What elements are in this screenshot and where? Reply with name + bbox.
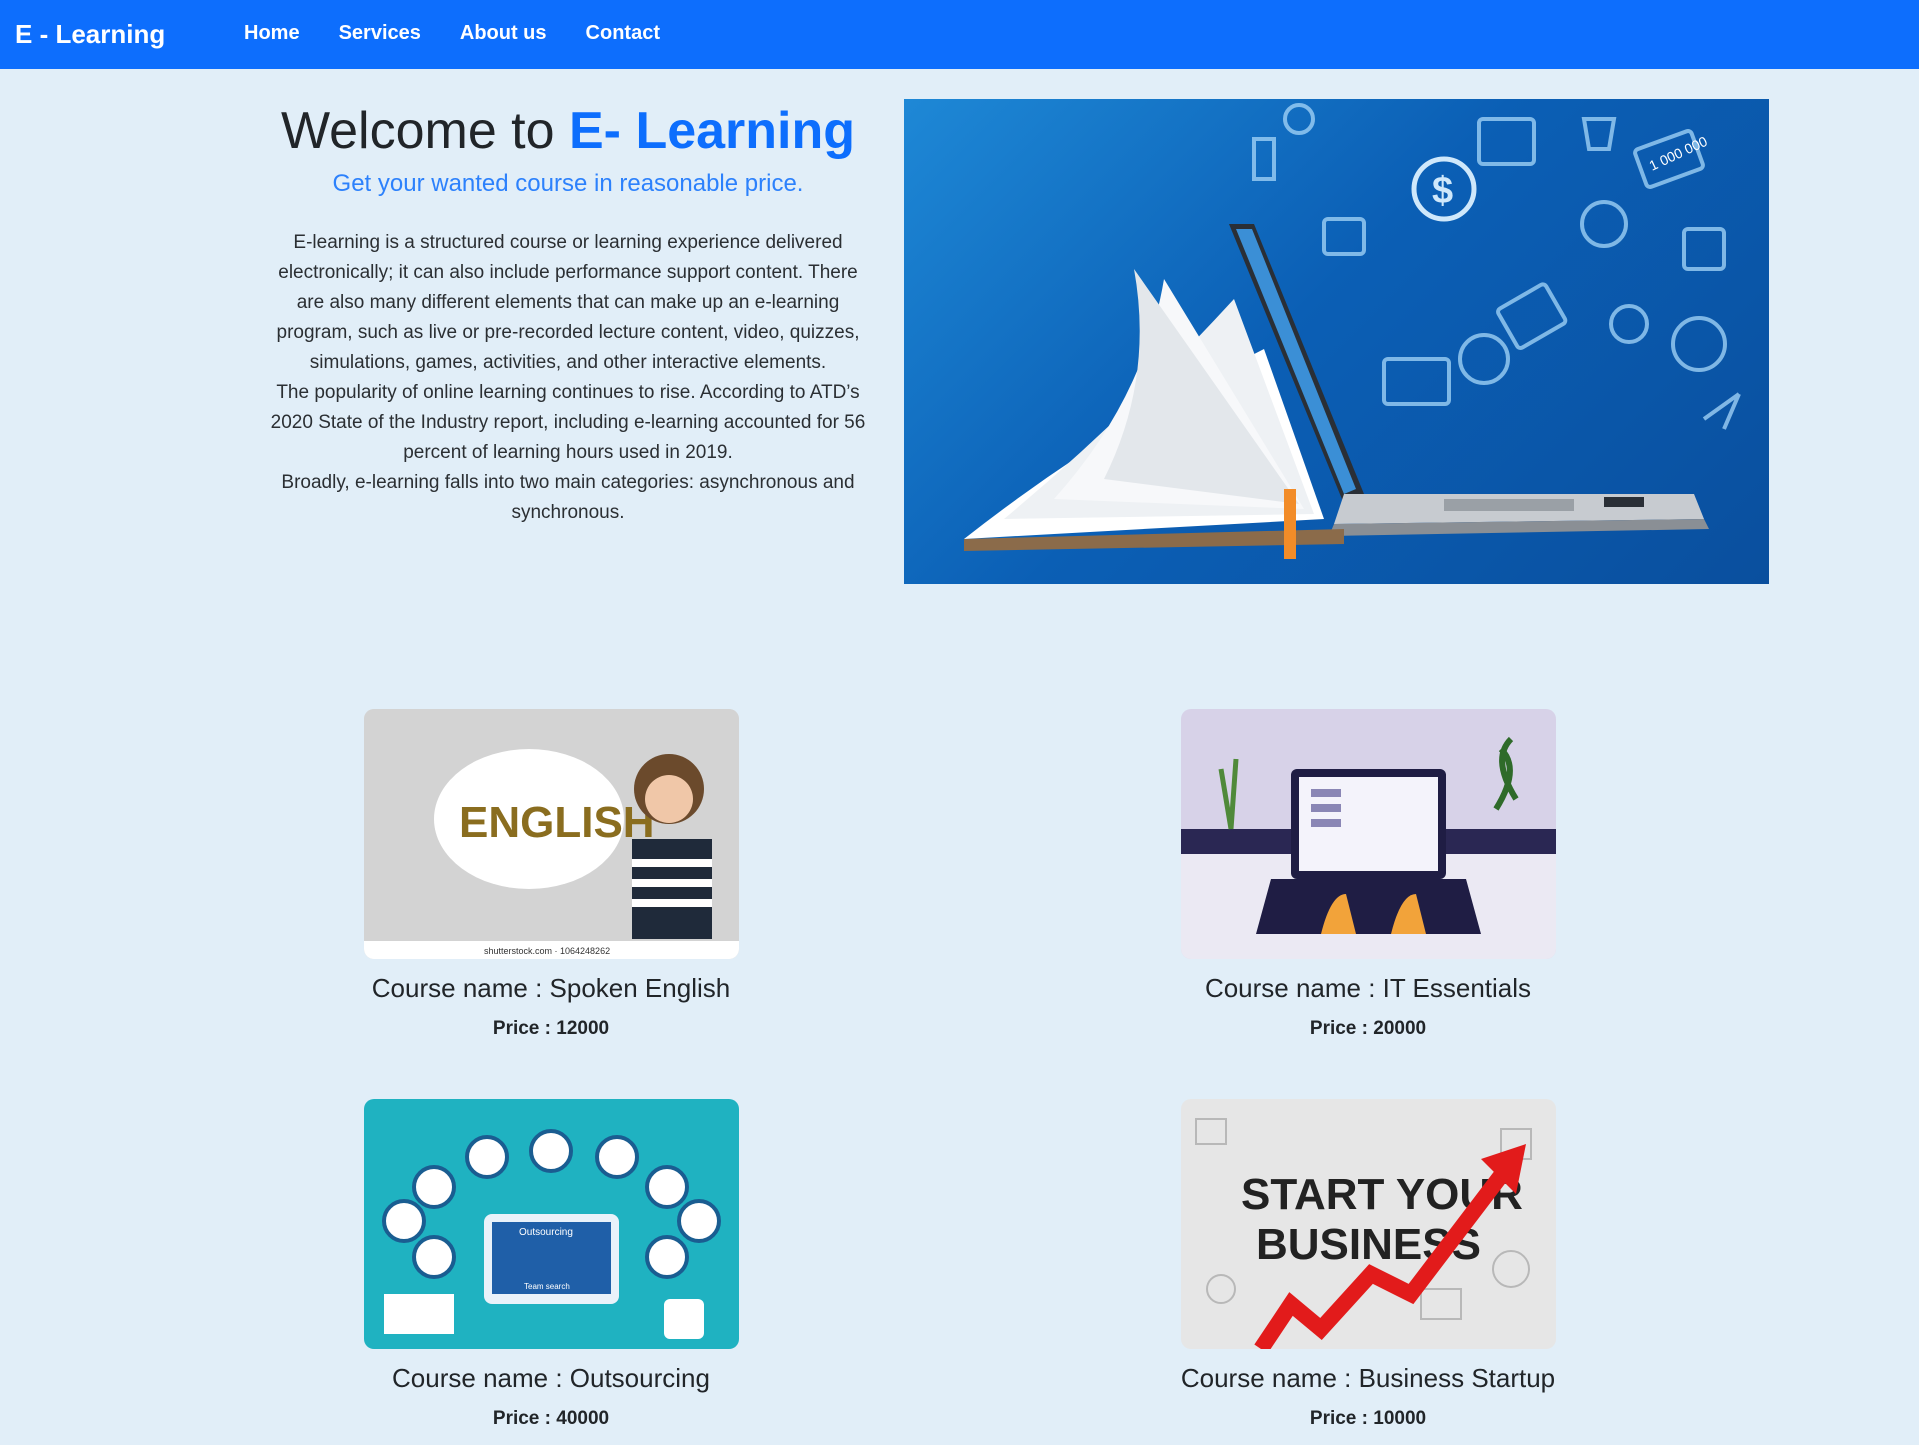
course-card-business-startup[interactable]: START YOUR BUSINESS Course name : Busine… — [1118, 1099, 1618, 1430]
dollar-icon: $ — [1411, 156, 1477, 222]
hero-title-prefix: Welcome to — [280, 102, 569, 160]
course-image-it-essentials — [1180, 709, 1556, 959]
nav-about[interactable]: About us — [460, 22, 547, 45]
nav-links: Home Services About us Contact — [244, 22, 699, 45]
business-startup-illustration: START YOUR BUSINESS — [1180, 1099, 1556, 1349]
top-navbar: E - Learning Home Services About us Cont… — [0, 0, 1919, 69]
outsourcing-image-text: Outsourcing — [519, 1227, 573, 1238]
course-image-outsourcing: Outsourcing Team search — [363, 1099, 739, 1349]
nav-contact[interactable]: Contact — [586, 22, 660, 45]
course-name: Course name : IT Essentials — [1204, 973, 1532, 1003]
course-price: Price : 20000 — [1309, 1018, 1427, 1039]
hero-title-accent: E- Learning — [569, 102, 856, 160]
nav-services[interactable]: Services — [339, 22, 421, 45]
course-image-business-startup: START YOUR BUSINESS — [1180, 1099, 1556, 1349]
laptop-book-illustration: 1 000 000 $ — [964, 103, 1741, 559]
laptop-desk-illustration — [1180, 709, 1556, 959]
hero-title: Welcome to E- Learning — [262, 100, 874, 162]
nav-home[interactable]: Home — [244, 22, 300, 45]
hero-description: E-learning is a structured course or lea… — [262, 228, 874, 528]
brand-logo[interactable]: E - Learning — [15, 19, 165, 50]
hero-paragraph-3: Broadly, e-learning falls into two main … — [281, 472, 855, 524]
hero-paragraph-2: The popularity of online learning contin… — [270, 382, 866, 464]
outsourcing-illustration: Outsourcing Team search — [363, 1099, 739, 1349]
course-name: Course name : Business Startup — [1180, 1363, 1556, 1393]
english-image-caption: shutterstock.com · 1064248262 — [484, 946, 610, 956]
english-illustration: ENGLISH shutterstock.com · 1064248262 — [363, 709, 739, 959]
course-price: Price : 10000 — [1309, 1408, 1427, 1429]
hero-subtitle: Get your wanted course in reasonable pri… — [332, 170, 804, 198]
course-name: Course name : Spoken English — [371, 973, 731, 1003]
outsourcing-image-caption: Team search — [524, 1282, 570, 1291]
course-card-spoken-english[interactable]: ENGLISH shutterstock.com · 1064248262 Co… — [301, 709, 801, 1040]
course-card-outsourcing[interactable]: Outsourcing Team search Course name : Ou… — [301, 1099, 801, 1430]
course-name: Course name : Outsourcing — [392, 1363, 710, 1393]
course-image-spoken-english: ENGLISH shutterstock.com · 1064248262 — [363, 709, 739, 959]
english-image-text: ENGLISH — [459, 798, 655, 847]
hero-image-elearning: 1 000 000 $ — [904, 99, 1769, 584]
hero-text: Welcome to E- Learning Get your wanted c… — [262, 100, 874, 528]
svg-text:$: $ — [1432, 170, 1453, 212]
course-price: Price : 40000 — [492, 1408, 610, 1429]
course-card-it-essentials[interactable]: Course name : IT Essentials Price : 2000… — [1118, 709, 1618, 1040]
hero-paragraph-1: E-learning is a structured course or lea… — [276, 232, 860, 374]
course-price: Price : 12000 — [492, 1018, 610, 1039]
